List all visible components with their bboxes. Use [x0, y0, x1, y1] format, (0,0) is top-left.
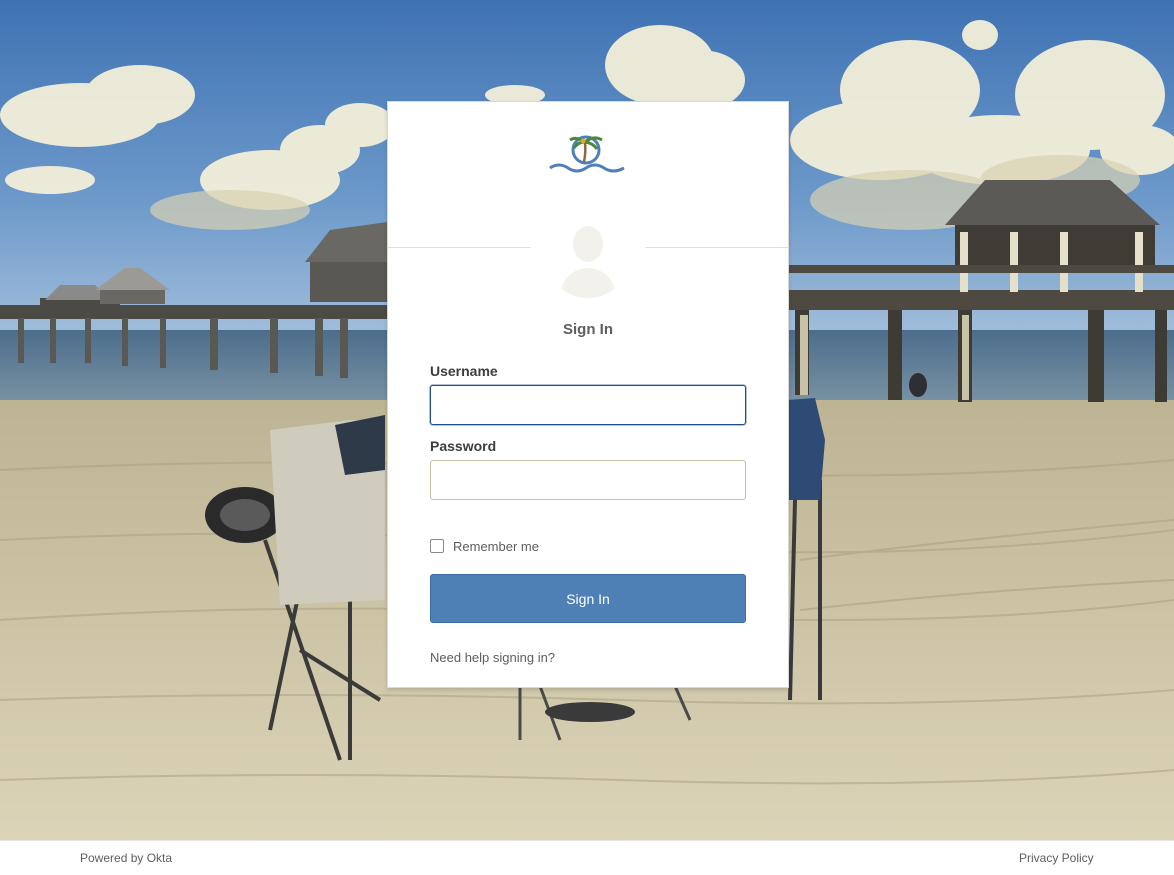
palm-tree-wave-logo	[549, 135, 625, 173]
remember-me-label[interactable]: Remember me	[453, 539, 539, 554]
password-input[interactable]	[430, 460, 746, 500]
username-input[interactable]	[430, 385, 746, 425]
privacy-policy-link[interactable]: Privacy Policy	[1019, 851, 1094, 865]
signin-button[interactable]: Sign In	[430, 574, 746, 623]
help-signin-link[interactable]: Need help signing in?	[430, 650, 555, 665]
password-label: Password	[430, 438, 497, 454]
signin-title: Sign In	[563, 321, 613, 338]
divider-left	[388, 247, 531, 248]
footer: Powered by Okta Privacy Policy	[0, 840, 1174, 875]
remember-me-checkbox[interactable]	[430, 539, 444, 553]
divider-right	[645, 247, 788, 248]
okta-signin-page: Sign In Username Password Remember me Si…	[0, 0, 1174, 875]
remember-me-row[interactable]: Remember me	[430, 537, 539, 555]
signin-card: Sign In Username Password Remember me Si…	[387, 101, 789, 688]
powered-by-text: Powered by Okta	[80, 851, 173, 865]
user-silhouette-icon	[546, 214, 630, 298]
username-label: Username	[430, 363, 498, 379]
